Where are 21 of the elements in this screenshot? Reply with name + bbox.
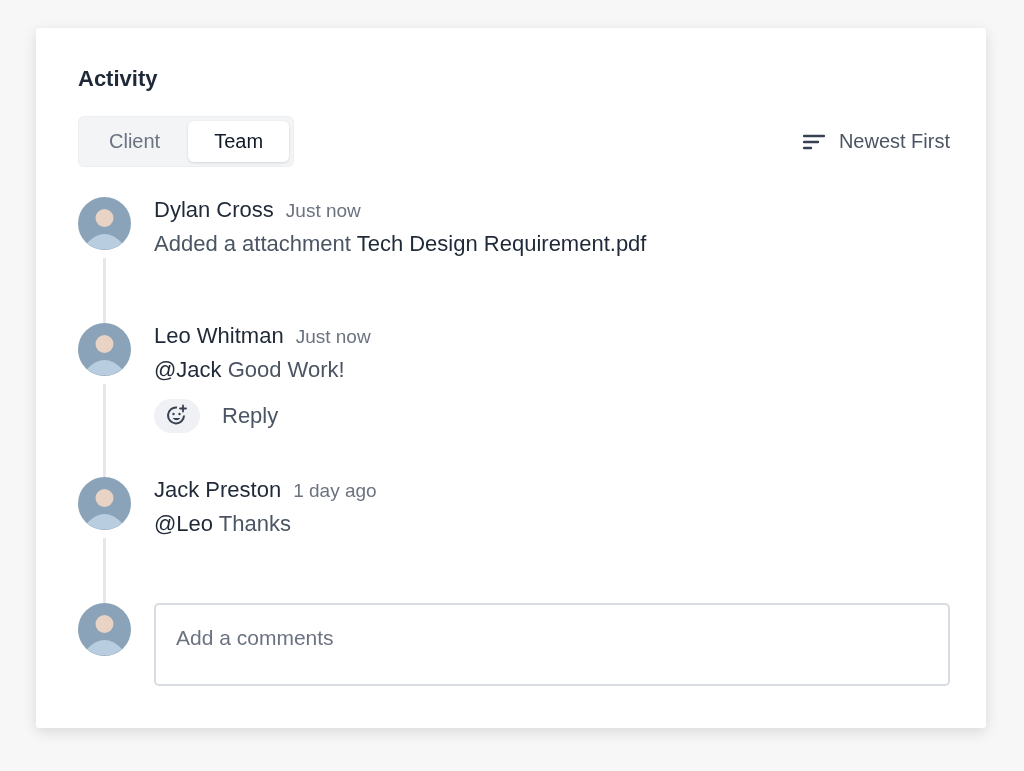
- comment-text: @Jack Good Work!: [154, 357, 346, 383]
- avatar: [78, 197, 131, 250]
- author-name: Dylan Cross: [154, 197, 274, 223]
- avatar: [78, 323, 131, 376]
- comment-text: @Leo Thanks: [154, 511, 292, 537]
- card-title: Activity: [78, 66, 159, 92]
- sort-button[interactable]: Newest First: [802, 130, 950, 153]
- reply-button[interactable]: Reply: [222, 403, 279, 429]
- add-reaction-button[interactable]: [154, 399, 200, 433]
- timestamp: Just now: [285, 200, 361, 222]
- comment-input-field[interactable]: Add a comments: [154, 603, 950, 686]
- timestamp: Just now: [295, 326, 371, 348]
- tab[interactable]: Client: [83, 121, 187, 162]
- timestamp: 1 day ago: [293, 480, 377, 502]
- tab[interactable]: Team: [188, 121, 290, 162]
- avatar: [78, 603, 131, 656]
- author-name: Jack Preston: [154, 477, 282, 503]
- comment-text: Added a attachment Tech Design Requirement.pdf: [154, 231, 648, 257]
- avatar: [78, 477, 131, 530]
- author-name: Leo Whitman: [154, 323, 284, 349]
- sort-icon: [802, 133, 825, 150]
